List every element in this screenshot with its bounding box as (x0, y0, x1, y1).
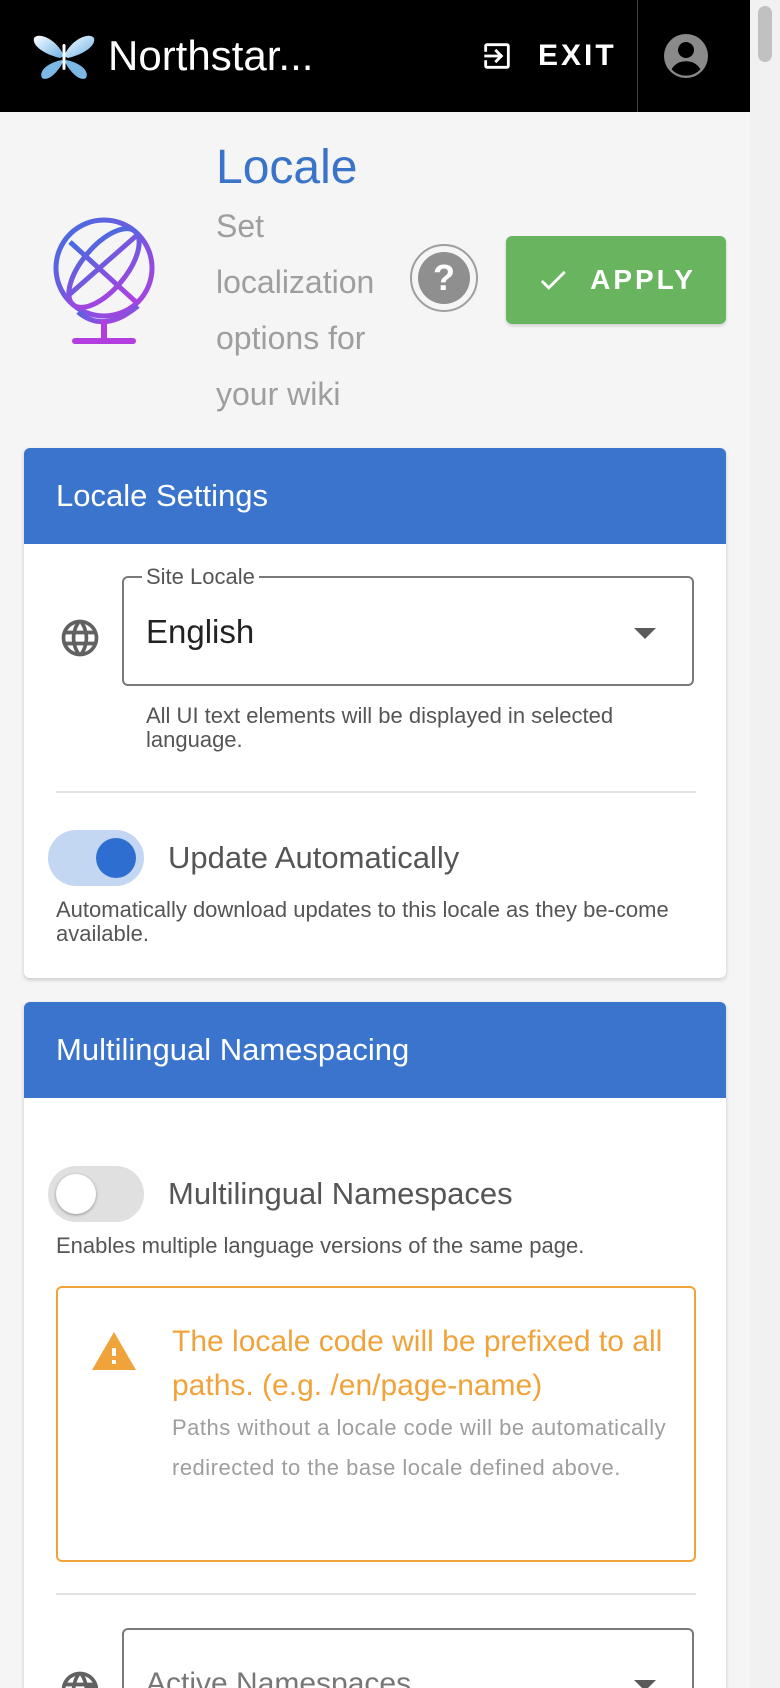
check-icon (540, 270, 566, 290)
help-icon: ? (418, 252, 470, 304)
multilingual-namespaces-hint: Enables multiple language versions of th… (56, 1233, 585, 1258)
butterfly-logo-icon (33, 35, 95, 79)
help-button[interactable]: ? (410, 244, 478, 312)
page: Northstar... EXIT Locale Set localizatio… (0, 0, 750, 1688)
site-locale-value: English (146, 613, 255, 650)
multilingual-namespaces-switch[interactable] (48, 1166, 144, 1222)
divider (56, 791, 696, 793)
dropdown-arrow-icon (634, 1680, 656, 1688)
update-automatically-switch[interactable] (48, 830, 144, 886)
locale-settings-heading: Locale Settings (24, 448, 726, 544)
switch-knob (96, 838, 136, 878)
multilingual-namespaces-label: Multilingual Namespaces (168, 1176, 513, 1211)
site-locale-label: Site Locale (142, 564, 259, 590)
warning-icon (92, 1332, 136, 1370)
globe-icon (61, 619, 99, 657)
top-bar: Northstar... EXIT (0, 0, 750, 112)
apply-label: APPLY (590, 264, 696, 295)
topbar-divider (637, 0, 638, 112)
apply-button[interactable]: APPLY (506, 236, 726, 324)
site-locale-hint: All UI text elements will be displayed i… (146, 703, 614, 752)
site-locale-select[interactable]: Site Locale English (122, 564, 694, 686)
globe-icon (61, 1671, 99, 1688)
warning-body: Paths without a locale code will be auto… (172, 1415, 667, 1480)
divider (56, 1593, 696, 1595)
exit-label: EXIT (538, 39, 617, 72)
account-circle-icon[interactable] (662, 32, 710, 80)
active-namespaces-placeholder: Active Namespaces (146, 1667, 412, 1688)
globe-icon (53, 217, 155, 344)
page-scrollbar[interactable] (750, 0, 780, 1688)
scrollbar-thumb[interactable] (758, 6, 772, 62)
warning-title: The locale code will be prefixed to all … (172, 1325, 663, 1402)
warning-alert: The locale code will be prefixed to all … (56, 1286, 696, 1562)
locale-settings-card: Locale Settings Site Locale English All … (24, 448, 726, 978)
exit-button[interactable]: EXIT (480, 28, 617, 84)
multilingual-namespacing-card: Multilingual Namespacing Multilingual Na… (24, 1002, 726, 1688)
page-subtitle: Set localization options for your wiki (216, 208, 375, 412)
dropdown-arrow-icon (634, 628, 656, 639)
app-title: Northstar... (108, 32, 314, 79)
update-automatically-label: Update Automatically (168, 840, 460, 875)
switch-knob (56, 1174, 96, 1214)
update-automatically-hint: Automatically download updates to this l… (56, 897, 669, 946)
multilingual-namespacing-heading: Multilingual Namespacing (24, 1002, 726, 1098)
exit-to-app-icon (484, 43, 510, 69)
page-title: Locale (216, 141, 358, 194)
active-namespaces-select[interactable]: Active Namespaces (122, 1628, 694, 1688)
